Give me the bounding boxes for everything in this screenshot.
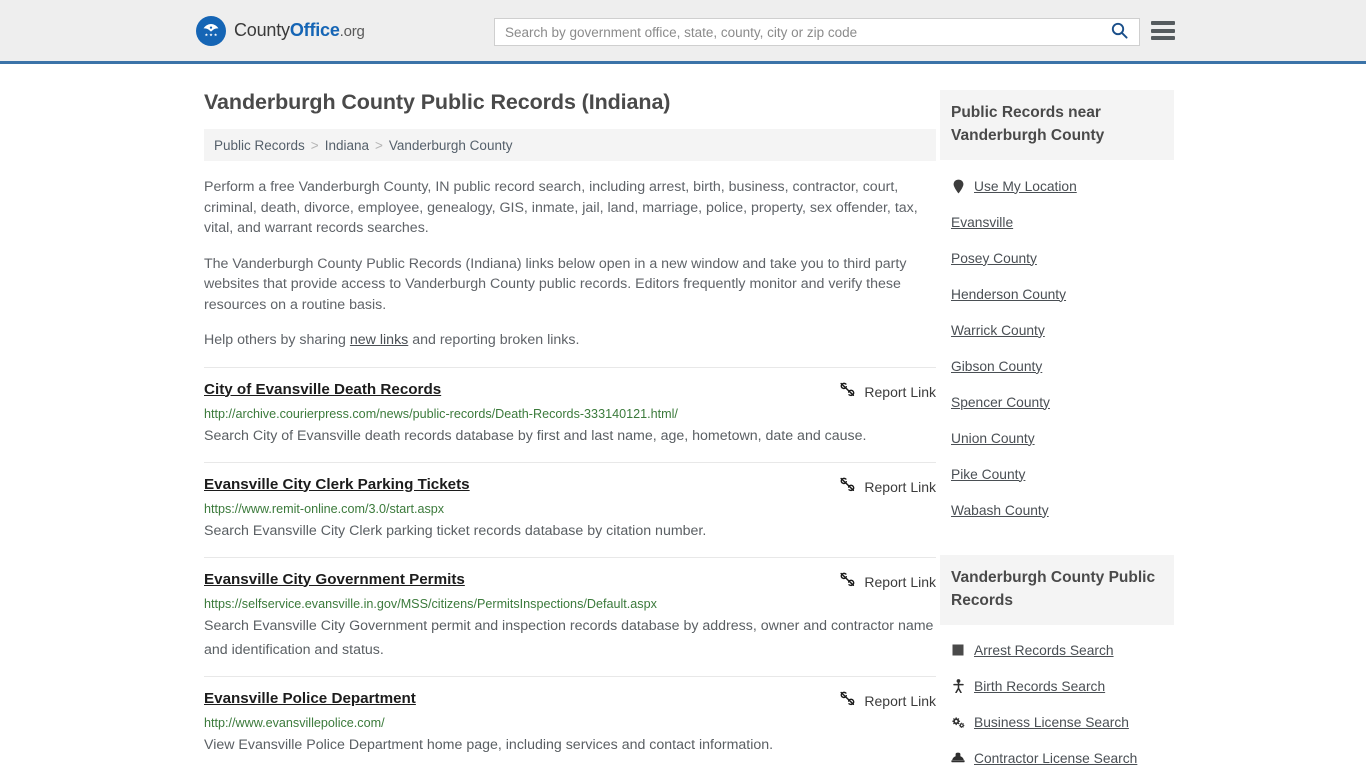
sidebar-item-spencer-county[interactable]: Spencer County [940, 384, 1174, 420]
sidebar-item-birth-records-search[interactable]: Birth Records Search [940, 668, 1174, 704]
report-link-button[interactable]: Report Link [839, 382, 936, 402]
map-pin-icon [951, 179, 965, 193]
result-description: Search City of Evansville death records … [204, 427, 867, 444]
breadcrumb-separator-2: > [374, 137, 383, 153]
result-item: Evansville City Government Permits Repor… [204, 556, 936, 676]
intro-paragraph-2: The Vanderburgh County Public Records (I… [204, 255, 907, 313]
search-bar[interactable] [494, 18, 1140, 46]
sidebar-item-henderson-county[interactable]: Henderson County [940, 276, 1174, 312]
intro-paragraph-1: Perform a free Vanderburgh County, IN pu… [204, 179, 918, 236]
result-description: View Evansville Police Department home p… [204, 736, 774, 753]
broken-link-icon [839, 572, 856, 592]
report-link-button[interactable]: Report Link [839, 691, 936, 711]
report-link-label: Report Link [864, 478, 936, 495]
sidebar-link[interactable]: Warrick County [951, 323, 1045, 338]
child-icon [951, 679, 965, 693]
sidebar-link[interactable]: Contractor License Search [974, 751, 1137, 766]
sidebar-link[interactable]: Wabash County [951, 503, 1049, 518]
result-item: Evansville Police Department Report Link [204, 675, 936, 768]
results-list: City of Evansville Death Records Report … [204, 366, 936, 768]
site-logo[interactable]: CountyOffice.org [196, 15, 365, 46]
sidebar-link[interactable]: Birth Records Search [974, 679, 1105, 694]
page-container: Vanderburgh County Public Records (India… [0, 64, 1366, 768]
brand-wordmark: CountyOffice.org [234, 20, 365, 41]
hamburger-bar-3 [1151, 36, 1175, 40]
intro-p3-after: and reporting broken links. [408, 332, 580, 348]
result-title-link[interactable]: Evansville City Clerk Parking Tickets [204, 476, 470, 493]
report-link-label: Report Link [864, 383, 936, 400]
result-url: https://www.remit-online.com/3.0/start.a… [204, 501, 445, 516]
sidebar-records-list: Arrest Records Search Birth Records Sear… [940, 632, 1174, 768]
page-title: Vanderburgh County Public Records (India… [204, 90, 671, 114]
result-description: Search Evansville City Government permit… [204, 617, 934, 658]
sidebar-item-warrick-county[interactable]: Warrick County [940, 312, 1174, 348]
result-item: City of Evansville Death Records Report … [204, 366, 936, 462]
breadcrumb-separator-1: > [310, 137, 319, 153]
report-link-label: Report Link [864, 573, 936, 590]
report-link-button[interactable]: Report Link [839, 572, 936, 592]
sidebar-nearby-list: Use My Location Evansville Posey County … [940, 168, 1174, 528]
breadcrumb-item-vanderburgh-county: Vanderburgh County [388, 137, 513, 153]
brand-office: Office [289, 20, 340, 40]
sidebar: Public Records near Vanderburgh County U… [940, 64, 1174, 768]
new-links-link[interactable]: new links [350, 332, 408, 348]
result-url: http://www.evansvillepolice.com/ [204, 715, 385, 730]
result-title-link[interactable]: Evansville Police Department [204, 690, 416, 707]
sidebar-item-wabash-county[interactable]: Wabash County [940, 492, 1174, 528]
sidebar-item-use-my-location[interactable]: Use My Location [940, 168, 1174, 204]
sidebar-item-union-county[interactable]: Union County [940, 420, 1174, 456]
breadcrumb-item-indiana[interactable]: Indiana [325, 138, 369, 153]
main-content: Vanderburgh County Public Records (India… [204, 64, 936, 768]
hamburger-bar-2 [1151, 28, 1175, 33]
hard-hat-icon [951, 751, 965, 765]
hamburger-menu-icon[interactable] [1151, 21, 1175, 40]
sidebar-item-contractor-license-search[interactable]: Contractor License Search [940, 740, 1174, 768]
breadcrumb: Public Records > Indiana > Vanderburgh C… [204, 129, 936, 161]
site-header: CountyOffice.org [0, 0, 1366, 64]
result-item: Evansville City Clerk Parking Tickets Re… [204, 461, 936, 557]
search-icon [1111, 22, 1128, 42]
gears-icon [951, 715, 965, 729]
sidebar-item-evansville[interactable]: Evansville [940, 204, 1174, 240]
sidebar-near-panel-title: Public Records near Vanderburgh County [940, 90, 1174, 160]
sidebar-link[interactable]: Arrest Records Search [974, 643, 1114, 658]
sidebar-link[interactable]: Henderson County [951, 287, 1066, 302]
intro-p3-before: Help others by sharing [204, 332, 350, 348]
sidebar-link[interactable]: Pike County [951, 467, 1025, 482]
sidebar-item-posey-county[interactable]: Posey County [940, 240, 1174, 276]
result-description: Search Evansville City Clerk parking tic… [204, 522, 707, 539]
search-button[interactable] [1099, 19, 1139, 45]
hamburger-bar-1 [1151, 21, 1175, 25]
breadcrumb-item-public-records[interactable]: Public Records [214, 138, 305, 153]
sidebar-item-gibson-county[interactable]: Gibson County [940, 348, 1174, 384]
report-link-button[interactable]: Report Link [839, 477, 936, 497]
result-url: http://archive.courierpress.com/news/pub… [204, 406, 678, 421]
sidebar-link[interactable]: Posey County [951, 251, 1037, 266]
report-link-label: Report Link [864, 692, 936, 709]
square-icon [951, 643, 965, 657]
result-url: https://selfservice.evansville.in.gov/MS… [204, 596, 657, 611]
broken-link-icon [839, 477, 856, 497]
sidebar-link[interactable]: Evansville [951, 215, 1013, 230]
broken-link-icon [839, 691, 856, 711]
result-title-link[interactable]: Evansville City Government Permits [204, 571, 465, 588]
broken-link-icon [839, 382, 856, 402]
search-input[interactable] [495, 19, 1099, 45]
sidebar-link[interactable]: Business License Search [974, 715, 1129, 730]
sidebar-item-business-license-search[interactable]: Business License Search [940, 704, 1174, 740]
intro-paragraph-3: Help others by sharing new links and rep… [204, 330, 936, 351]
sidebar-link[interactable]: Spencer County [951, 395, 1050, 410]
sidebar-item-arrest-records-search[interactable]: Arrest Records Search [940, 632, 1174, 668]
sidebar-link[interactable]: Union County [951, 431, 1035, 446]
county-office-emblem-icon [196, 15, 226, 46]
sidebar-item-pike-county[interactable]: Pike County [940, 456, 1174, 492]
sidebar-link[interactable]: Use My Location [974, 179, 1077, 194]
brand-county: County [234, 20, 290, 40]
sidebar-records-panel-title: Vanderburgh County Public Records [940, 555, 1174, 625]
result-title-link[interactable]: City of Evansville Death Records [204, 381, 441, 398]
sidebar-link[interactable]: Gibson County [951, 359, 1042, 374]
brand-org: .org [339, 23, 365, 40]
